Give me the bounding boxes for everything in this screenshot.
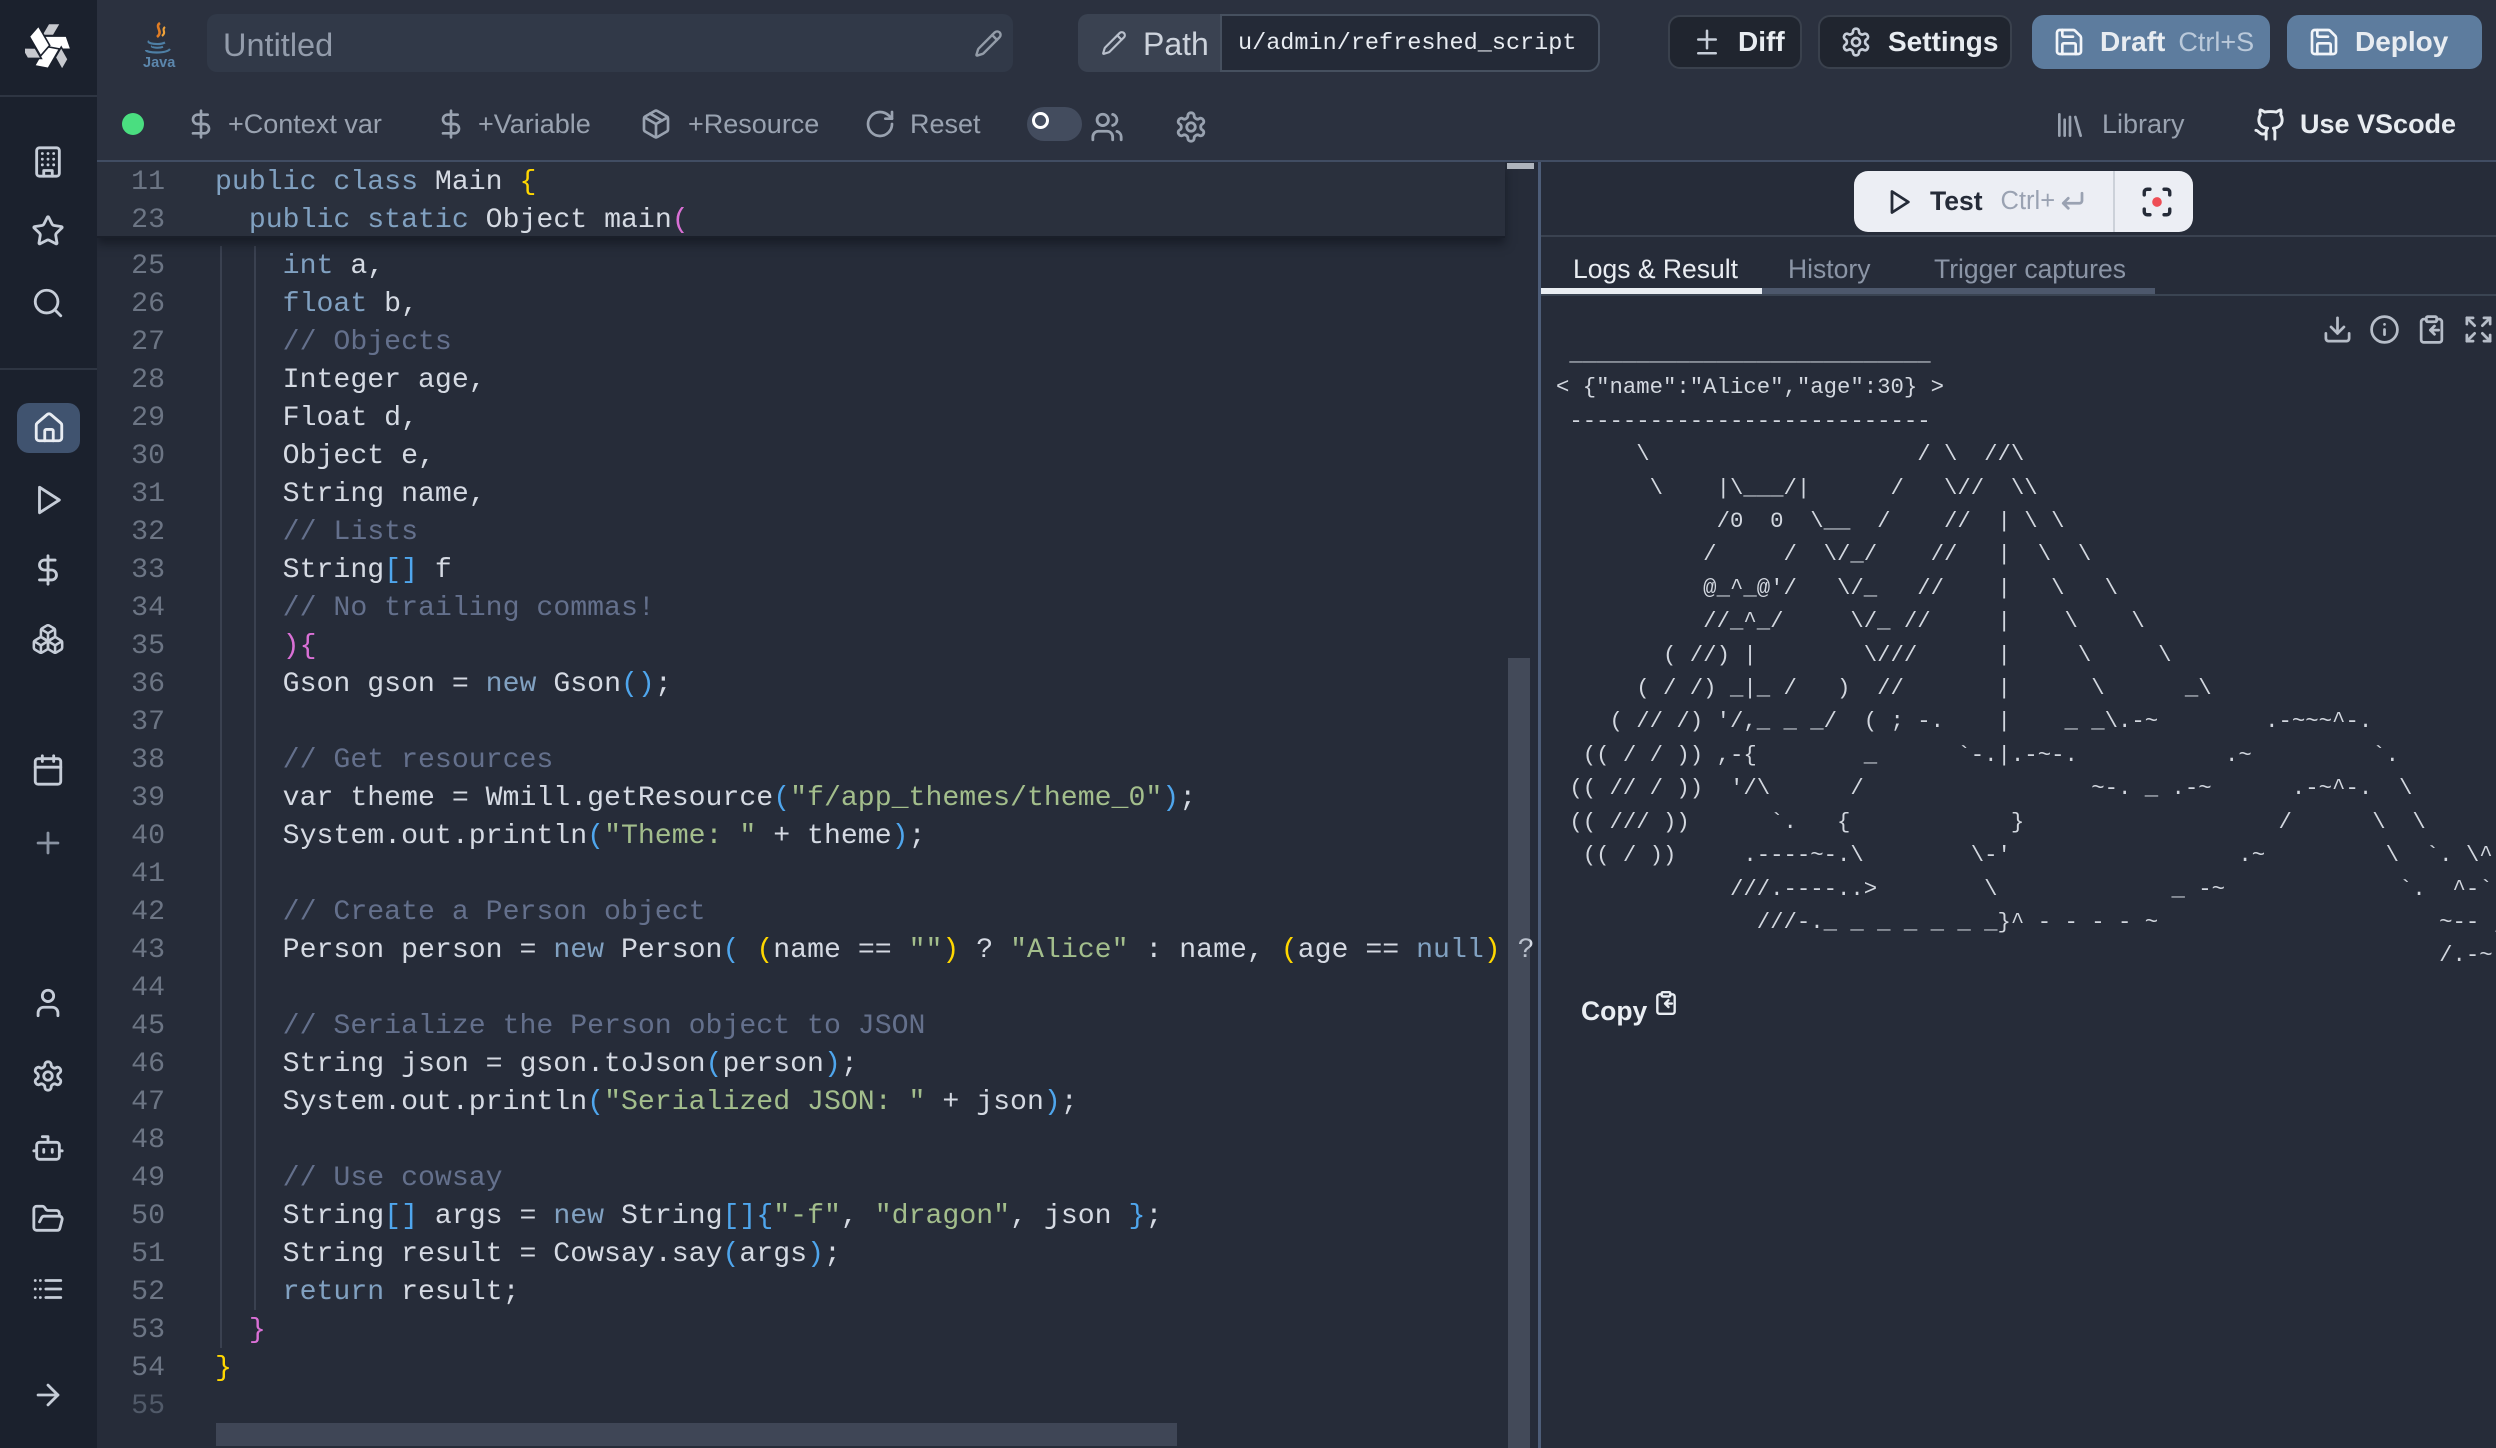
svg-text:Java: Java	[143, 55, 176, 70]
